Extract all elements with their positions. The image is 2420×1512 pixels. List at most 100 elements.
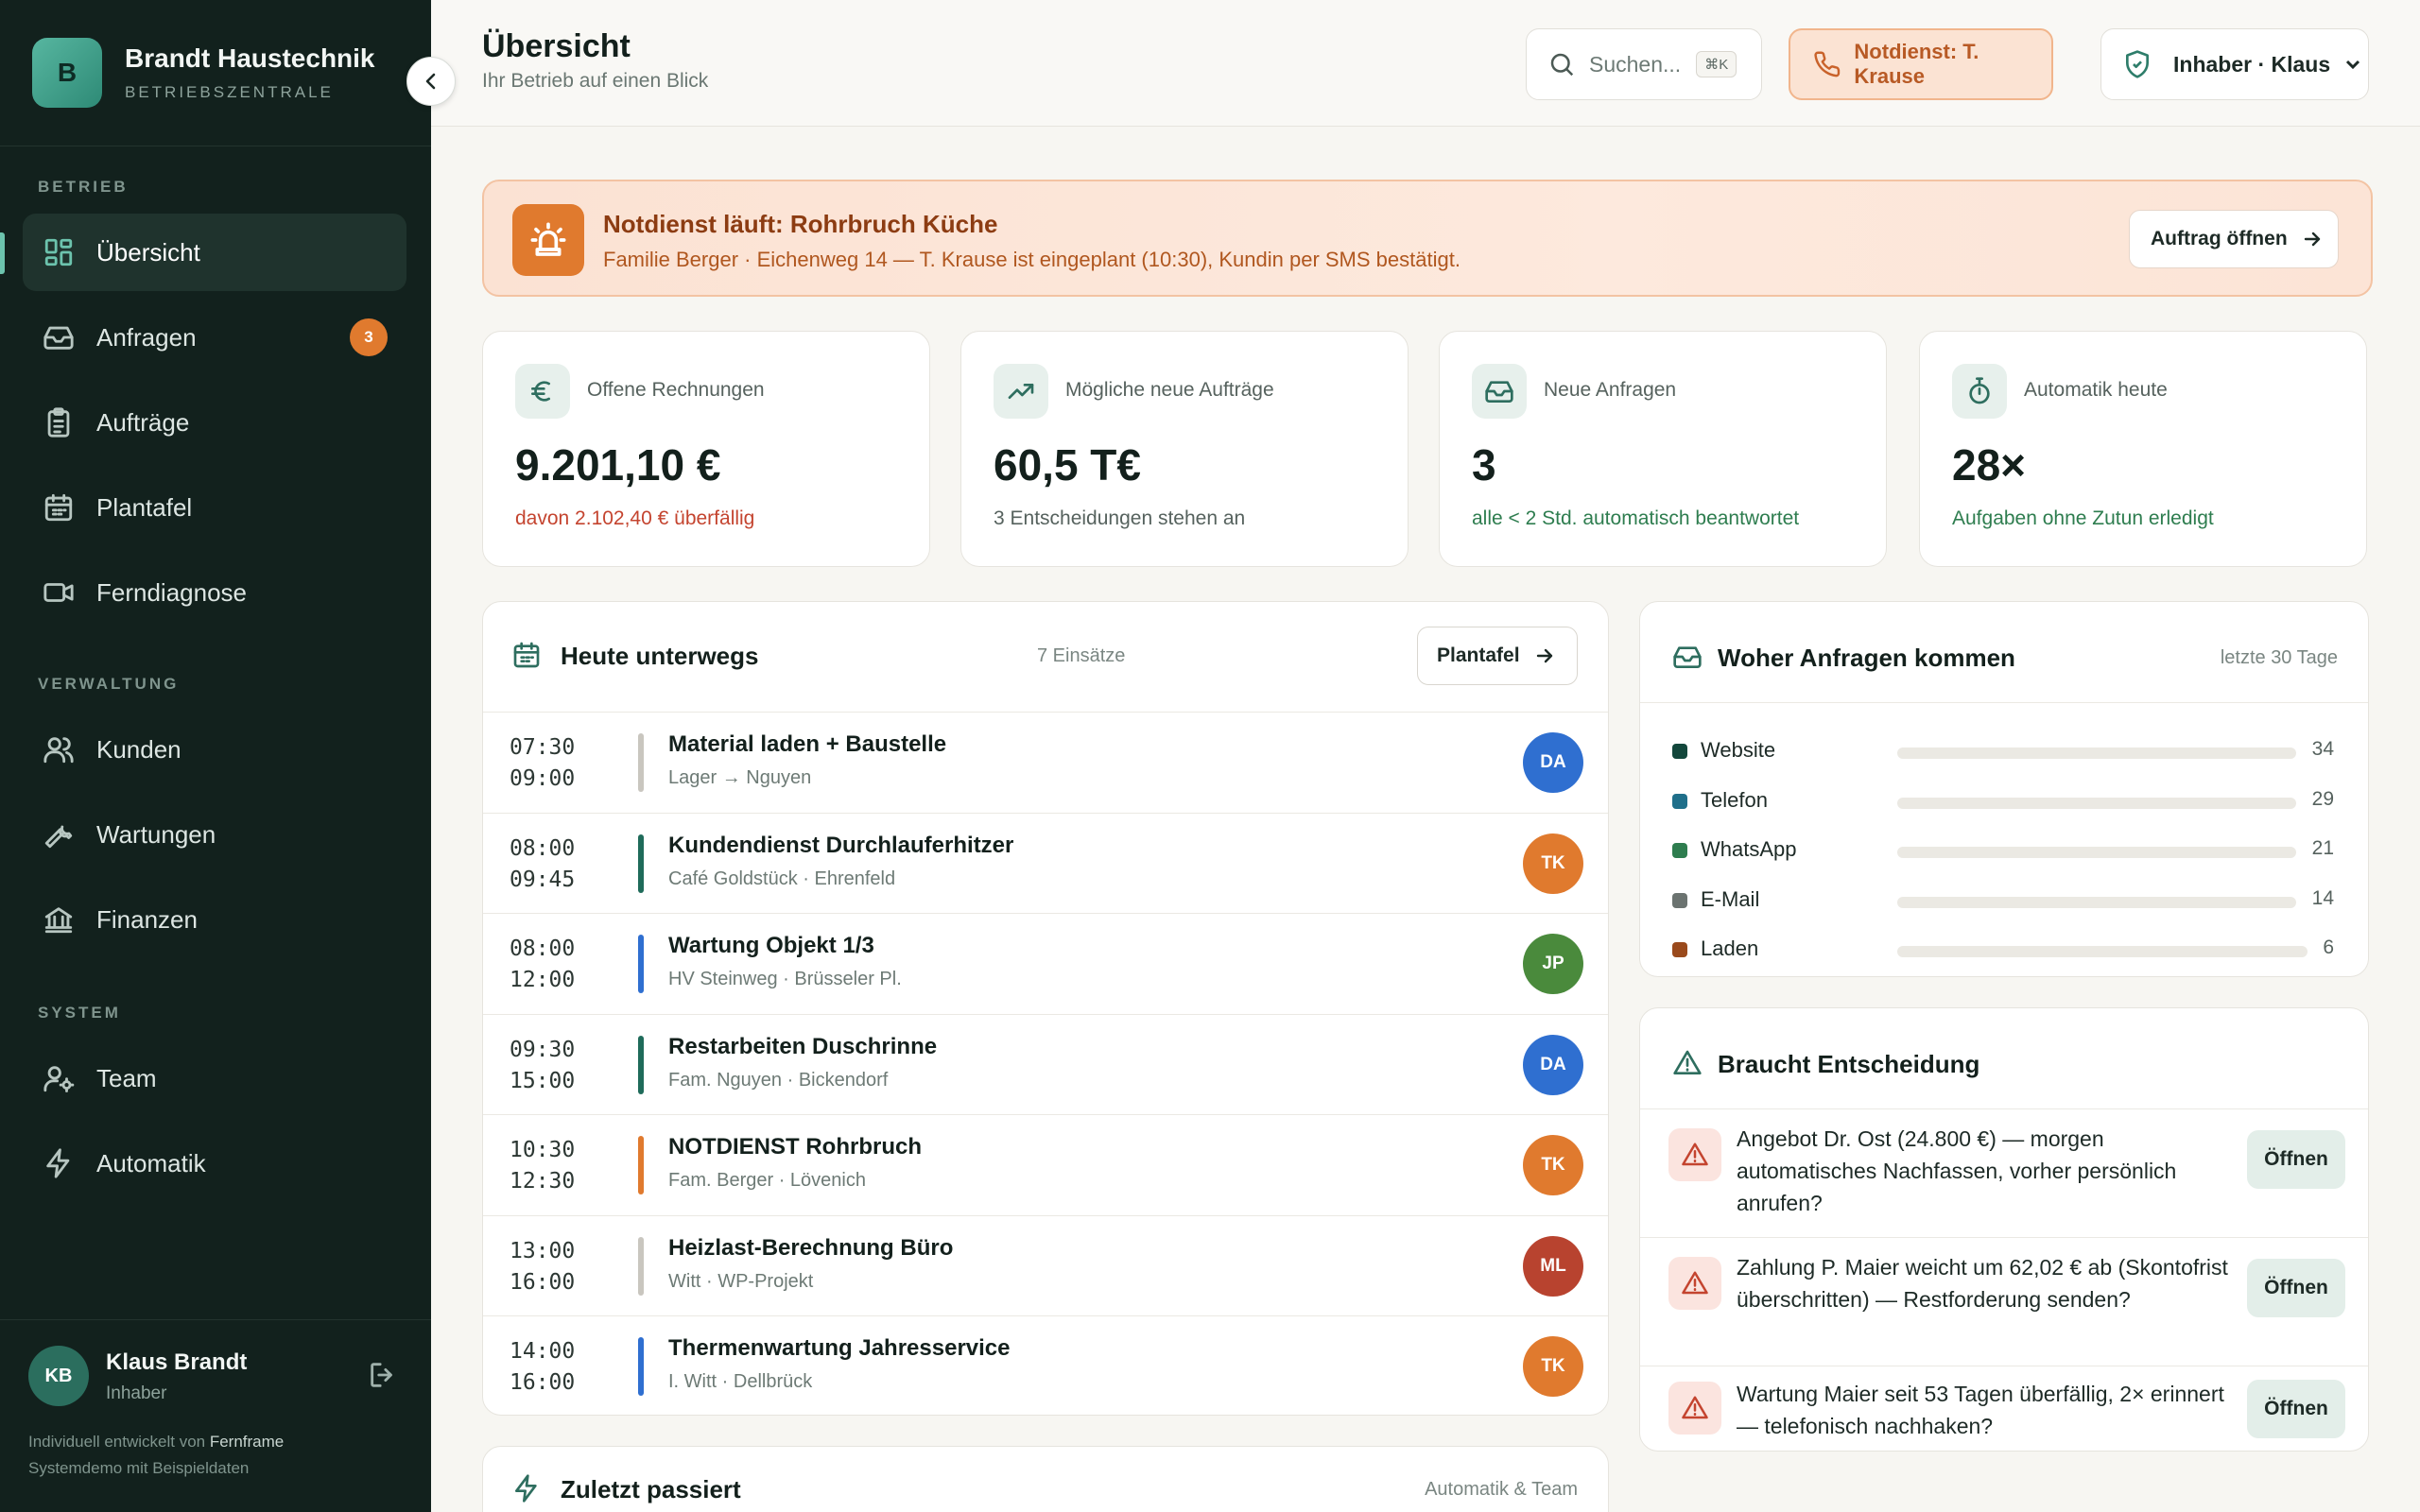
job-title: NOTDIENST Rohrbruch (668, 1134, 922, 1160)
source-bar-track (1897, 896, 2296, 908)
end-time: 16:00 (510, 1370, 576, 1395)
status-bar (638, 1236, 644, 1296)
source-row: Laden 6 (1672, 931, 2334, 969)
page-title: Übersicht (482, 28, 631, 64)
decision-text: Angebot Dr. Ost (24.800 €) — morgen auto… (1737, 1126, 2177, 1215)
active-indicator (0, 232, 5, 274)
decision-row: Wartung Maier seit 53 Tagen überfällig, … (1640, 1366, 2368, 1451)
schedule-row[interactable]: 14:00 16:00 Thermenwartung Jahresservice I.… (483, 1315, 1608, 1415)
end-time: 12:00 (510, 968, 576, 992)
divider (1640, 702, 2368, 703)
logout-icon[interactable] (367, 1359, 401, 1393)
legend-swatch (1672, 942, 1687, 957)
avatar[interactable]: DA (1523, 1034, 1583, 1095)
source-row: E-Mail 14 (1672, 882, 2334, 919)
schedule-row[interactable]: 08:00 12:00 Wartung Objekt 1/3 HV Steinweg … (483, 913, 1608, 1013)
schedule-row[interactable]: 13:00 16:00 Heizlast-Berechnung Büro Witt ·… (483, 1214, 1608, 1315)
sidebar-item-plantafel[interactable]: Plantafel (23, 469, 406, 546)
search-placeholder: Suchen... (1589, 51, 1682, 77)
sidebar-item-ferndiagnose[interactable]: Ferndiagnose (23, 554, 406, 631)
sidebar-item-kunden[interactable]: Kunden (23, 711, 406, 788)
open-button[interactable]: Öffnen (2247, 1259, 2345, 1317)
sidebar-item-label: Ferndiagnose (96, 577, 247, 607)
sidebar-item-label: Aufträge (96, 407, 190, 437)
today-schedule-card: Heute unterwegs 7 Einsätze Plantafel 07:… (482, 601, 1609, 1416)
avatar[interactable]: JP (1523, 934, 1583, 994)
sidebar-item-auftraege[interactable]: Aufträge (23, 384, 406, 461)
kpi-label: Automatik heute (2024, 379, 2168, 401)
avatar[interactable]: ML (1523, 1235, 1583, 1297)
siren-icon (512, 204, 584, 276)
source-count: 21 (2311, 837, 2334, 859)
source-label: Website (1701, 738, 1776, 762)
shortcut-hint: ⌘K (1696, 51, 1737, 77)
sidebar-item-label: Team (96, 1063, 157, 1092)
chevron-left-icon (425, 73, 436, 90)
source-bar-track (1897, 797, 2296, 809)
sidebar-item-team[interactable]: Team (23, 1040, 406, 1117)
job-title: Heizlast-Berechnung Büro (668, 1234, 954, 1261)
clipboard-icon (42, 405, 76, 439)
stopwatch-icon (1952, 364, 2007, 419)
source-count: 29 (2311, 787, 2334, 810)
avatar[interactable]: TK (1523, 833, 1583, 894)
collapse-sidebar-button[interactable] (406, 57, 456, 106)
alert-title: Notdienst läuft: Rohrbruch Küche (603, 210, 998, 238)
search-input[interactable]: Suchen... ⌘K (1526, 28, 1762, 100)
sidebar-item-anfragen[interactable]: Anfragen 3 (23, 299, 406, 376)
sidebar-item-automatik[interactable]: Automatik (23, 1125, 406, 1202)
job-location: Fam. Berger · Lövenich (668, 1170, 866, 1191)
schedule-row[interactable]: 07:30 09:00 Material laden + Baustelle Lage… (483, 712, 1608, 812)
source-label: Telefon (1701, 787, 1768, 812)
avatar[interactable]: TK (1523, 1336, 1583, 1397)
job-location: HV Steinweg · Brüsseler Pl. (668, 969, 902, 989)
avatar[interactable]: KB (28, 1346, 89, 1406)
start-time: 09:30 (510, 1037, 576, 1062)
schedule-row[interactable]: 08:00 09:45 Kundendienst Durchlauferhitzer… (483, 812, 1608, 913)
sidebar-item-finanzen[interactable]: Finanzen (23, 881, 406, 958)
alert-text: Familie Berger · Eichenweg 14 — T. Kraus… (603, 248, 1461, 271)
emergency-contact-button[interactable]: Notdienst: T. Krause (1789, 28, 2053, 100)
status-bar (638, 733, 644, 792)
schedule-row[interactable]: 09:30 15:00 Restarbeiten Duschrinne Fam. Ng… (483, 1013, 1608, 1114)
legend-swatch (1672, 892, 1687, 908)
end-time: 09:45 (510, 867, 576, 892)
bank-icon (42, 902, 76, 936)
section-label-betrieb: BETRIEB (38, 178, 129, 196)
role-selector[interactable]: Inhaber · Klaus (2100, 28, 2369, 100)
avatar[interactable]: DA (1523, 732, 1583, 793)
open-order-button[interactable]: Auftrag öffnen (2129, 210, 2339, 268)
kpi-card-automation-today[interactable]: Automatik heute 28× Aufgaben ohne Zutun … (1919, 331, 2367, 567)
brand[interactable]: B Brandt Haustechnik BETRIEBSZENTRALE (32, 38, 375, 108)
alert-triangle-icon (1668, 1257, 1721, 1310)
footer-credit: Individuell entwickelt von Fernframe (28, 1433, 285, 1451)
open-order-label: Auftrag öffnen (2151, 228, 2288, 249)
source-count: 34 (2311, 738, 2334, 760)
source-bar-track (1897, 946, 2308, 957)
source-bar-track (1897, 747, 2296, 759)
open-button[interactable]: Öffnen (2247, 1380, 2345, 1438)
kpi-card-potential-orders[interactable]: Mögliche neue Aufträge 60,5 T€ 3 Entsche… (960, 331, 1409, 567)
count-badge: 3 (350, 318, 388, 356)
avatar[interactable]: TK (1523, 1135, 1583, 1195)
end-time: 12:30 (510, 1169, 576, 1194)
kpi-label: Offene Rechnungen (587, 379, 765, 401)
section-label-system: SYSTEM (38, 1004, 121, 1022)
sidebar-item-wartungen[interactable]: Wartungen (23, 796, 406, 873)
kpi-value: 9.201,10 € (515, 440, 721, 490)
section-label-verwaltung: VERWALTUNG (38, 675, 180, 693)
sidebar-item-label: Plantafel (96, 492, 193, 522)
user-cog-icon (42, 1061, 76, 1095)
schedule-row[interactable]: 10:30 12:30 NOTDIENST Rohrbruch Fam. Berger… (483, 1114, 1608, 1214)
job-location: Witt · WP-Projekt (668, 1270, 814, 1292)
sidebar-item-uebersicht[interactable]: Übersicht (23, 214, 406, 291)
kpi-card-open-invoices[interactable]: Offene Rechnungen 9.201,10 € davon 2.102… (482, 331, 930, 567)
dashboard-icon (42, 235, 76, 269)
footer-brand-link[interactable]: Fernframe (210, 1433, 284, 1451)
calendar-icon (511, 640, 542, 675)
plantafel-button[interactable]: Plantafel (1417, 627, 1578, 685)
open-button[interactable]: Öffnen (2247, 1130, 2345, 1189)
kpi-card-new-requests[interactable]: Neue Anfragen 3 alle < 2 Std. automatisc… (1439, 331, 1887, 567)
legend-swatch (1672, 793, 1687, 809)
end-time: 15:00 (510, 1068, 576, 1093)
